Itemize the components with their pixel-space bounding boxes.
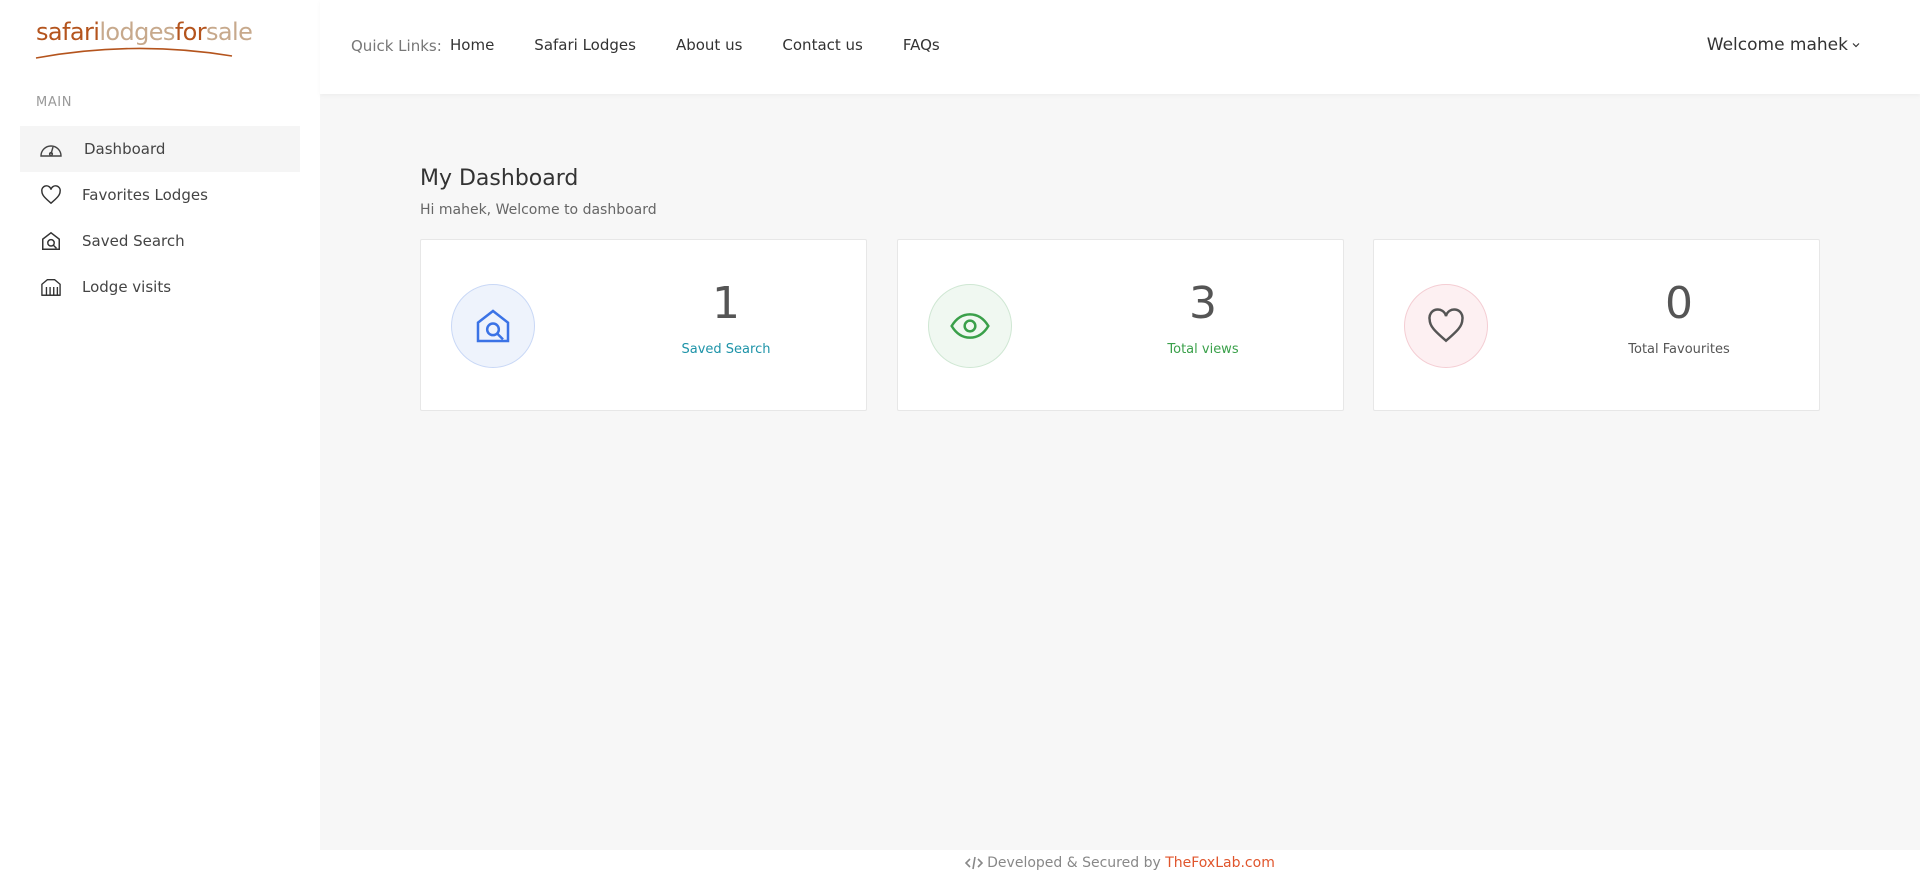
logo-text: safarilodgesforsale bbox=[36, 18, 253, 46]
user-menu-dropdown[interactable]: Welcome mahek bbox=[1707, 35, 1860, 55]
home-search-icon bbox=[38, 229, 64, 253]
logo-swoosh-icon bbox=[35, 47, 233, 59]
quick-link-home[interactable]: Home bbox=[450, 36, 494, 54]
sidebar-item-dashboard[interactable]: Dashboard bbox=[20, 126, 300, 172]
sidebar: safarilodgesforsale MAIN Dashboard Favor… bbox=[0, 0, 320, 880]
dashboard-gauge-icon bbox=[38, 137, 64, 161]
chevron-down-icon bbox=[1852, 43, 1860, 48]
home-search-icon bbox=[476, 309, 510, 343]
buildings-icon bbox=[38, 275, 64, 299]
sidebar-item-saved-search[interactable]: Saved Search bbox=[20, 218, 300, 264]
saved-search-stat-card[interactable]: 1 Saved Search bbox=[420, 239, 867, 411]
sidebar-item-label: Dashboard bbox=[84, 140, 166, 158]
page-subtitle: Hi mahek, Welcome to dashboard bbox=[420, 202, 657, 218]
saved-search-icon-circle bbox=[451, 284, 535, 368]
saved-search-label: Saved Search bbox=[681, 342, 771, 357]
quick-link-contact-us[interactable]: Contact us bbox=[782, 36, 862, 54]
sidebar-item-favorites-lodges[interactable]: Favorites Lodges bbox=[20, 172, 300, 218]
page-footer: Developed & Secured by TheFoxLab.com bbox=[320, 850, 1920, 880]
quick-link-faqs[interactable]: FAQs bbox=[903, 36, 940, 54]
heart-icon bbox=[38, 183, 64, 207]
total-views-label: Total views bbox=[1167, 342, 1239, 357]
saved-search-count: 1 bbox=[712, 278, 740, 329]
page-title: My Dashboard bbox=[420, 166, 579, 191]
sidebar-item-label: Saved Search bbox=[82, 232, 185, 250]
total-favourites-icon-circle bbox=[1404, 284, 1488, 368]
sidebar-item-label: Lodge visits bbox=[82, 278, 172, 296]
total-favourites-label: Total Favourites bbox=[1628, 342, 1730, 357]
total-favourites-stat-card[interactable]: 0 Total Favourites bbox=[1373, 239, 1820, 411]
heart-icon bbox=[1428, 308, 1464, 343]
sidebar-nav: Dashboard Favorites Lodges Saved Search bbox=[20, 126, 300, 310]
quick-link-safari-lodges[interactable]: Safari Lodges bbox=[534, 36, 636, 54]
footer-text: Developed & Secured by bbox=[987, 855, 1161, 871]
top-header: Quick Links: Home Safari Lodges About us… bbox=[320, 0, 1920, 94]
quick-links-label: Quick Links: bbox=[351, 37, 442, 55]
total-favourites-count: 0 bbox=[1665, 278, 1693, 329]
total-views-icon-circle bbox=[928, 284, 1012, 368]
sidebar-section-label: MAIN bbox=[36, 95, 73, 110]
total-views-count: 3 bbox=[1189, 278, 1217, 329]
site-logo[interactable]: safarilodgesforsale bbox=[34, 18, 253, 64]
quick-link-about-us[interactable]: About us bbox=[676, 36, 742, 54]
footer-brand-link[interactable]: TheFoxLab.com bbox=[1165, 855, 1275, 871]
quick-links-nav: Home Safari Lodges About us Contact us F… bbox=[450, 36, 980, 54]
total-views-stat-card[interactable]: 3 Total views bbox=[897, 239, 1344, 411]
welcome-text: Welcome mahek bbox=[1706, 35, 1848, 55]
sidebar-item-label: Favorites Lodges bbox=[82, 186, 208, 204]
eye-icon bbox=[950, 313, 990, 339]
code-icon bbox=[965, 856, 984, 870]
sidebar-item-lodge-visits[interactable]: Lodge visits bbox=[20, 264, 300, 310]
